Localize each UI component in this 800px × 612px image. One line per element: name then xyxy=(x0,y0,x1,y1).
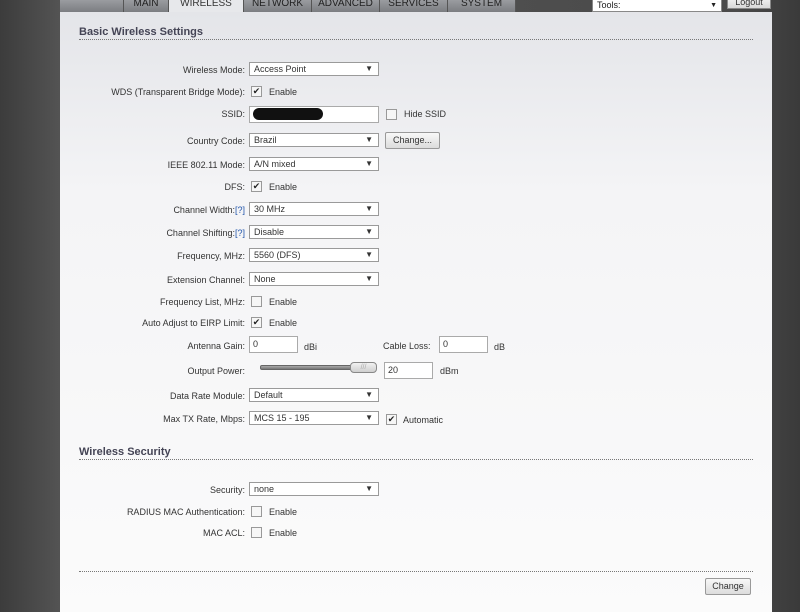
divider xyxy=(79,571,753,572)
security-select[interactable]: none ▼ xyxy=(249,482,379,496)
wireless-mode-value: Access Point xyxy=(254,64,307,74)
channel-shifting-select[interactable]: Disable ▼ xyxy=(249,225,379,239)
hide-ssid-checkbox[interactable] xyxy=(386,109,397,120)
country-code-value: Brazil xyxy=(254,135,277,145)
change-country-button[interactable]: Change... xyxy=(385,132,440,149)
mac-acl-enable-text: Enable xyxy=(269,528,298,538)
channel-width-label: Channel Width:[?] xyxy=(173,205,245,215)
dfs-enable-text: Enable xyxy=(269,182,298,192)
chevron-down-icon: ▼ xyxy=(365,250,373,259)
ieee-mode-select[interactable]: A/N mixed ▼ xyxy=(249,157,379,171)
antenna-gain-label: Antenna Gain: xyxy=(187,341,245,351)
tab-advanced[interactable]: ADVANCED xyxy=(312,0,380,12)
channel-width-help-link[interactable]: [?] xyxy=(235,205,245,215)
content-panel: Basic Wireless Settings Wireless Mode: A… xyxy=(60,12,772,612)
radius-mac-enable-text: Enable xyxy=(269,507,298,517)
frequency-value: 5560 (DFS) xyxy=(254,250,301,260)
country-code-label: Country Code: xyxy=(186,136,245,146)
security-value: none xyxy=(254,484,275,494)
chevron-down-icon: ▼ xyxy=(365,413,373,422)
section-title-basic: Basic Wireless Settings xyxy=(79,26,204,38)
hide-ssid-text: Hide SSID xyxy=(404,109,447,119)
channel-shifting-value: Disable xyxy=(254,227,285,237)
wds-enable-text: Enable xyxy=(269,87,298,97)
chevron-down-icon: ▼ xyxy=(365,390,373,399)
chevron-down-icon: ▼ xyxy=(365,159,373,168)
data-rate-select[interactable]: Default ▼ xyxy=(249,388,379,402)
data-rate-value: Default xyxy=(254,390,283,400)
section-title-security: Wireless Security xyxy=(79,446,171,458)
chevron-down-icon: ▼ xyxy=(365,484,373,493)
auto-eirp-enable-text: Enable xyxy=(269,318,298,328)
cable-loss-input[interactable]: 0 xyxy=(439,336,488,353)
channel-width-value: 30 MHz xyxy=(254,204,286,214)
ssid-label: SSID: xyxy=(221,109,245,119)
divider xyxy=(79,39,753,40)
radius-mac-checkbox[interactable] xyxy=(251,506,262,517)
tab-system[interactable]: SYSTEM xyxy=(448,0,516,12)
change-button[interactable]: Change xyxy=(705,578,751,595)
frequency-list-label: Frequency List, MHz: xyxy=(159,297,245,307)
chevron-down-icon: ▼ xyxy=(365,64,373,73)
data-rate-label: Data Rate Module: xyxy=(169,391,245,401)
frequency-list-enable-text: Enable xyxy=(269,297,298,307)
antenna-gain-unit: dBi xyxy=(304,342,318,352)
dfs-label: DFS: xyxy=(224,182,245,192)
auto-eirp-checkbox[interactable]: ✔ xyxy=(251,317,262,328)
chevron-down-icon: ▼ xyxy=(365,204,373,213)
logo-tab[interactable] xyxy=(60,0,124,12)
ssid-input[interactable] xyxy=(249,106,379,123)
chevron-down-icon: ▼ xyxy=(365,227,373,236)
extension-channel-select[interactable]: None ▼ xyxy=(249,272,379,286)
tab-services[interactable]: SERVICES xyxy=(380,0,448,12)
ieee-mode-label: IEEE 802.11 Mode: xyxy=(167,160,245,170)
extension-channel-value: None xyxy=(254,274,276,284)
max-tx-select[interactable]: MCS 15 - 195 ▼ xyxy=(249,411,379,425)
tab-wireless[interactable]: WIRELESS xyxy=(169,0,244,12)
radius-mac-label: RADIUS MAC Authentication: xyxy=(126,507,245,517)
output-power-unit: dBm xyxy=(440,366,459,376)
max-tx-automatic-text: Automatic xyxy=(403,415,444,425)
tab-network[interactable]: NETWORK xyxy=(244,0,312,12)
country-code-select[interactable]: Brazil ▼ xyxy=(249,133,379,147)
chevron-down-icon: ▼ xyxy=(365,274,373,283)
cable-loss-unit: dB xyxy=(494,342,506,352)
divider xyxy=(79,459,753,460)
wds-checkbox[interactable]: ✔ xyxy=(251,86,262,97)
dfs-checkbox[interactable]: ✔ xyxy=(251,181,262,192)
extension-channel-label: Extension Channel: xyxy=(166,275,245,285)
frequency-select[interactable]: 5560 (DFS) ▼ xyxy=(249,248,379,262)
chevron-down-icon: ▼ xyxy=(365,135,373,144)
channel-shifting-label-text: Channel Shifting: xyxy=(166,228,235,238)
wireless-mode-label: Wireless Mode: xyxy=(182,65,245,75)
max-tx-automatic-checkbox[interactable]: ✔ xyxy=(386,414,397,425)
ieee-mode-value: A/N mixed xyxy=(254,159,296,169)
wireless-mode-select[interactable]: Access Point ▼ xyxy=(249,62,379,76)
auto-eirp-label: Auto Adjust to EIRP Limit: xyxy=(142,318,245,328)
mac-acl-label: MAC ACL: xyxy=(202,528,245,538)
frequency-list-checkbox[interactable] xyxy=(251,296,262,307)
tab-main[interactable]: MAIN xyxy=(124,0,169,12)
channel-shifting-help-link[interactable]: [?] xyxy=(235,228,245,238)
tools-select[interactable]: Tools: ▼ xyxy=(592,0,722,12)
output-power-label: Output Power: xyxy=(187,366,245,376)
redacted-ssid xyxy=(253,108,323,120)
tools-select-value: Tools: xyxy=(597,0,621,10)
channel-width-select[interactable]: 30 MHz ▼ xyxy=(249,202,379,216)
mac-acl-checkbox[interactable] xyxy=(251,527,262,538)
antenna-gain-input[interactable]: 0 xyxy=(249,336,298,353)
wds-label: WDS (Transparent Bridge Mode): xyxy=(111,87,245,97)
frequency-label: Frequency, MHz: xyxy=(177,251,245,261)
security-label: Security: xyxy=(209,485,245,495)
max-tx-label: Max TX Rate, Mbps: xyxy=(163,414,245,424)
output-power-slider-handle[interactable]: /// xyxy=(350,362,377,373)
cable-loss-label: Cable Loss: xyxy=(383,341,431,351)
max-tx-value: MCS 15 - 195 xyxy=(254,413,310,423)
channel-width-label-text: Channel Width: xyxy=(173,205,235,215)
output-power-input[interactable]: 20 xyxy=(384,362,433,379)
channel-shifting-label: Channel Shifting:[?] xyxy=(166,228,245,238)
logout-button[interactable]: Logout xyxy=(727,0,771,9)
chevron-down-icon: ▼ xyxy=(710,2,717,9)
main-tabs: MAIN WIRELESS NETWORK ADVANCED SERVICES … xyxy=(60,0,516,12)
